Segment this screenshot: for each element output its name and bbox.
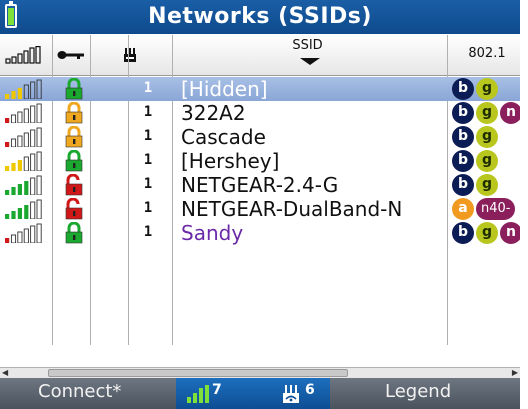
standard-badge-b: b (452, 222, 474, 244)
network-row[interactable]: 1 Sandy b g n (0, 221, 520, 245)
page-title: Networks (SSIDs) (148, 4, 372, 29)
signal-bars-icon (187, 385, 209, 403)
ssid-cell: Cascade (181, 125, 266, 149)
signal-strength-icon (5, 223, 42, 243)
lock-icon (65, 222, 83, 244)
channel-cell: 1 (143, 152, 153, 168)
standards-cell: bg (452, 78, 500, 100)
signal-strength-icon (5, 46, 41, 64)
signal-strength-icon (5, 103, 42, 123)
standards-cell: bg (452, 174, 500, 196)
access-point-icon (124, 48, 136, 62)
network-row[interactable]: 1 NETGEAR-2.4-G b g (0, 173, 520, 197)
channel-cell: 1 (143, 176, 153, 192)
networks-screen: Networks (SSIDs) SSID 802.1 1 [Hidden] b… (0, 0, 520, 409)
standard-badge-b: b (452, 102, 474, 124)
standard-badge-g: g (476, 126, 498, 148)
column-header: SSID 802.1 (0, 35, 520, 76)
standard-badge-n: n (500, 222, 520, 244)
lock-icon (65, 126, 83, 148)
standard-badge-b: b (452, 150, 474, 172)
channel-cell: 1 (143, 80, 153, 96)
standard-badge-n: n (500, 102, 520, 124)
scroll-left-arrow-icon[interactable]: ◀ (2, 369, 10, 377)
title-bar: Networks (SSIDs) (0, 0, 520, 34)
network-row[interactable]: 1 322A2 b g n (0, 101, 520, 125)
lock-icon (65, 102, 83, 124)
signal-column-header[interactable] (2, 35, 44, 75)
signal-count: 7 (212, 382, 222, 398)
signal-strength-icon (5, 199, 42, 219)
key-icon (57, 51, 84, 59)
lock-icon (65, 78, 83, 100)
unlocked-icon (65, 174, 83, 196)
standards-cell: a n40- (452, 198, 517, 220)
standard-badge-g: g (476, 174, 498, 196)
access-point-icon (283, 385, 299, 403)
legend-softkey[interactable]: Legend (385, 378, 451, 409)
standard-badge-g: g (476, 78, 498, 100)
sort-descending-icon (300, 58, 320, 65)
standards-cell: bgn (452, 102, 520, 124)
ssid-cell: NETGEAR-DualBand-N (181, 197, 403, 221)
ssid-cell: Sandy (181, 221, 244, 245)
standard-badge-n40: n40- (476, 198, 516, 220)
lock-icon (65, 150, 83, 172)
signal-strength-icon (5, 175, 42, 195)
ssid-cell: 322A2 (181, 101, 246, 125)
standard-badge-g: g (476, 150, 498, 172)
ssid-cell: NETGEAR-2.4-G (181, 173, 339, 197)
channel-column-header[interactable] (90, 35, 170, 75)
network-row[interactable]: 1 Cascade b g (0, 125, 520, 149)
unlocked-icon (65, 198, 83, 220)
standards-column-header[interactable]: 802.1 (447, 46, 520, 61)
ssid-cell: [Hershey] (181, 149, 280, 173)
channel-cell: 1 (143, 128, 153, 144)
standards-cell: bg (452, 126, 500, 148)
standard-badge-b: b (452, 78, 474, 100)
standard-badge-b: b (452, 174, 474, 196)
summary-softkey[interactable]: 7 6 (176, 378, 330, 409)
channel-cell: 1 (143, 104, 153, 120)
channel-cell: 1 (143, 200, 153, 216)
ssid-column-header[interactable]: SSID (170, 38, 445, 53)
signal-strength-icon (5, 151, 42, 171)
scroll-right-arrow-icon[interactable]: ▶ (510, 369, 518, 377)
standard-badge-a: a (452, 198, 474, 220)
connect-softkey[interactable]: Connect* (38, 378, 121, 409)
scrollbar-thumb[interactable] (48, 369, 348, 377)
ssid-cell: [Hidden] (181, 77, 268, 101)
access-point-count: 6 (305, 382, 315, 398)
network-row[interactable]: 1 NETGEAR-DualBand-N a n40- (0, 197, 520, 221)
standards-cell: bg (452, 150, 500, 172)
channel-cell: 1 (143, 224, 153, 240)
standard-badge-g: g (476, 222, 498, 244)
softkey-bar: Connect* 7 6 Legend (0, 378, 520, 409)
standards-cell: bgn (452, 222, 520, 244)
network-row[interactable]: 1 [Hershey] b g (0, 149, 520, 173)
standard-badge-g: g (476, 102, 498, 124)
standard-badge-b: b (452, 126, 474, 148)
signal-strength-icon (5, 127, 42, 147)
signal-strength-icon (5, 79, 42, 99)
network-row[interactable]: 1 [Hidden] b g (0, 77, 520, 101)
security-column-header[interactable] (52, 35, 90, 75)
